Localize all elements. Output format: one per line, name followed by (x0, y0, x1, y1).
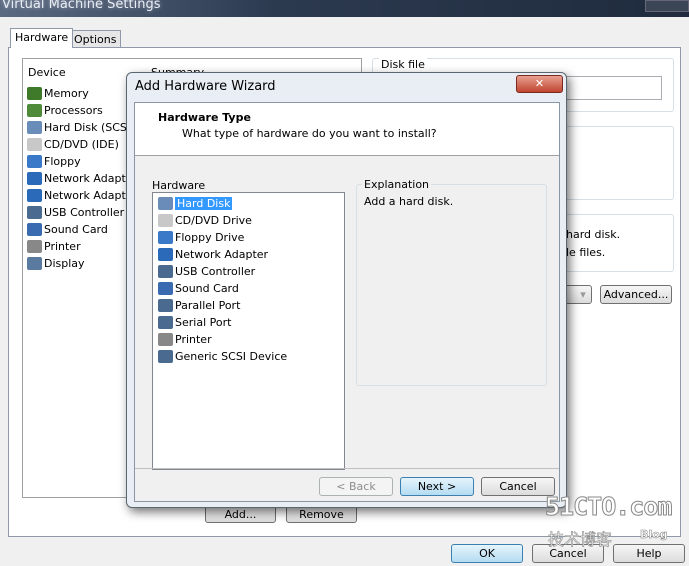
hardware-type-list[interactable]: Hard Disk CD/DVD Drive Floppy Drive Network… (152, 192, 345, 470)
explanation-label: Explanation (362, 178, 432, 191)
explanation-group (356, 184, 547, 386)
list-item-label: Network Adapter (44, 172, 138, 185)
list-item[interactable]: Floppy Drive (158, 229, 244, 246)
list-item-label: Parallel Port (175, 299, 241, 312)
list-item-label: Printer (44, 240, 81, 253)
printer-icon (158, 333, 173, 346)
memory-icon (27, 87, 42, 100)
column-header-device: Device (28, 66, 66, 79)
list-item[interactable]: USB Controller (158, 263, 255, 280)
explanation-text: Add a hard disk. (364, 195, 454, 208)
processor-icon (27, 104, 42, 117)
wizard-cancel-button[interactable]: Cancel (481, 477, 555, 496)
list-item-label: USB Controller (175, 265, 256, 278)
info-text-1: hard disk. (566, 228, 621, 241)
chevron-down-icon: ▾ (580, 288, 586, 301)
parallel-port-icon (158, 299, 173, 312)
network-adapter-icon (27, 172, 42, 185)
next-button[interactable]: Next > (400, 477, 474, 496)
list-item[interactable]: Processors (27, 102, 103, 119)
hard-disk-icon (27, 121, 42, 134)
watermark-blog: Blog (640, 528, 668, 542)
display-icon (27, 257, 42, 270)
cd-dvd-icon (158, 214, 173, 227)
close-icon: ✕ (534, 77, 545, 90)
tab-hardware[interactable]: Hardware (10, 28, 74, 48)
window-close-button[interactable] (645, 0, 689, 12)
help-button[interactable]: Help (613, 544, 685, 563)
list-item-label: Serial Port (175, 316, 232, 329)
list-item-label: Generic SCSI Device (175, 350, 288, 363)
usb-icon (27, 206, 42, 219)
disk-file-label: Disk file (379, 58, 427, 71)
watermark-subtitle: 技术博客 (548, 530, 613, 550)
hard-disk-icon (158, 197, 173, 210)
list-item-label: Floppy Drive (175, 231, 245, 244)
list-item-label: Network Adapter (175, 248, 269, 261)
usb-icon (158, 265, 173, 278)
list-item-label: Hard Disk (SCSI) (44, 121, 135, 134)
list-item[interactable]: Printer (27, 238, 81, 255)
scsi-device-icon (158, 350, 173, 363)
list-item[interactable]: Display (27, 255, 85, 272)
wizard-heading: Hardware Type (158, 111, 251, 124)
list-item[interactable]: Network Adapter (158, 246, 268, 263)
list-item[interactable]: Memory (27, 85, 89, 102)
window-title: Virtual Machine Settings (2, 0, 161, 12)
network-adapter-icon (27, 189, 42, 202)
list-item[interactable]: CD/DVD Drive (158, 212, 252, 229)
sound-card-icon (27, 223, 42, 236)
list-item[interactable]: Network Adapter (27, 170, 137, 187)
floppy-icon (158, 231, 173, 244)
wizard-subheading: What type of hardware do you want to ins… (182, 127, 437, 140)
tab-options[interactable]: Options (69, 30, 122, 47)
list-item[interactable]: USB Controller (27, 204, 124, 221)
list-item[interactable]: Network Adapter (27, 187, 137, 204)
list-item[interactable]: Serial Port (158, 314, 231, 331)
list-item[interactable]: Generic SCSI Device (158, 348, 287, 365)
list-item-label: Memory (44, 87, 89, 100)
list-item-label: Processors (44, 104, 103, 117)
list-item[interactable]: Printer (158, 331, 212, 348)
list-item[interactable]: Sound Card (158, 280, 239, 297)
list-item-label: Floppy (44, 155, 81, 168)
list-item[interactable]: Parallel Port (158, 297, 240, 314)
info-text-2: le files. (566, 246, 606, 259)
list-item-label: USB Controller (44, 206, 125, 219)
list-item-label: CD/DVD Drive (175, 214, 252, 227)
hardware-label: Hardware (152, 179, 206, 192)
sound-card-icon (158, 282, 173, 295)
wizard-body: Hardware Type What type of hardware do y… (134, 102, 560, 502)
ok-button[interactable]: OK (451, 544, 523, 563)
list-item[interactable]: Sound Card (27, 221, 108, 238)
list-item-label: Sound Card (175, 282, 239, 295)
divider (135, 468, 559, 469)
watermark-logo: 51CTO.com (544, 492, 672, 522)
list-item[interactable]: Hard Disk (SCSI) (27, 119, 134, 136)
network-adapter-icon (158, 248, 173, 261)
floppy-icon (27, 155, 42, 168)
advanced-button[interactable]: Advanced... (600, 285, 672, 304)
serial-port-icon (158, 316, 173, 329)
list-item-label: Network Adapter (44, 189, 138, 202)
dialog-close-button[interactable]: ✕ (516, 75, 563, 93)
list-item-label: Display (44, 257, 85, 270)
list-item[interactable]: Hard Disk (158, 195, 233, 212)
wizard-header: Hardware Type What type of hardware do y… (135, 103, 559, 156)
list-item-label: Printer (175, 333, 212, 346)
list-item-label: CD/DVD (IDE) (44, 138, 119, 151)
dialog-title: Add Hardware Wizard (135, 79, 276, 94)
back-button[interactable]: < Back (319, 477, 393, 496)
list-item-label: Hard Disk (175, 197, 233, 210)
add-hardware-wizard-dialog: Add Hardware Wizard ✕ Hardware Type What… (126, 72, 567, 508)
cd-dvd-icon (27, 138, 42, 151)
list-item[interactable]: CD/DVD (IDE) (27, 136, 119, 153)
printer-icon (27, 240, 42, 253)
list-item[interactable]: Floppy (27, 153, 81, 170)
list-item-label: Sound Card (44, 223, 108, 236)
